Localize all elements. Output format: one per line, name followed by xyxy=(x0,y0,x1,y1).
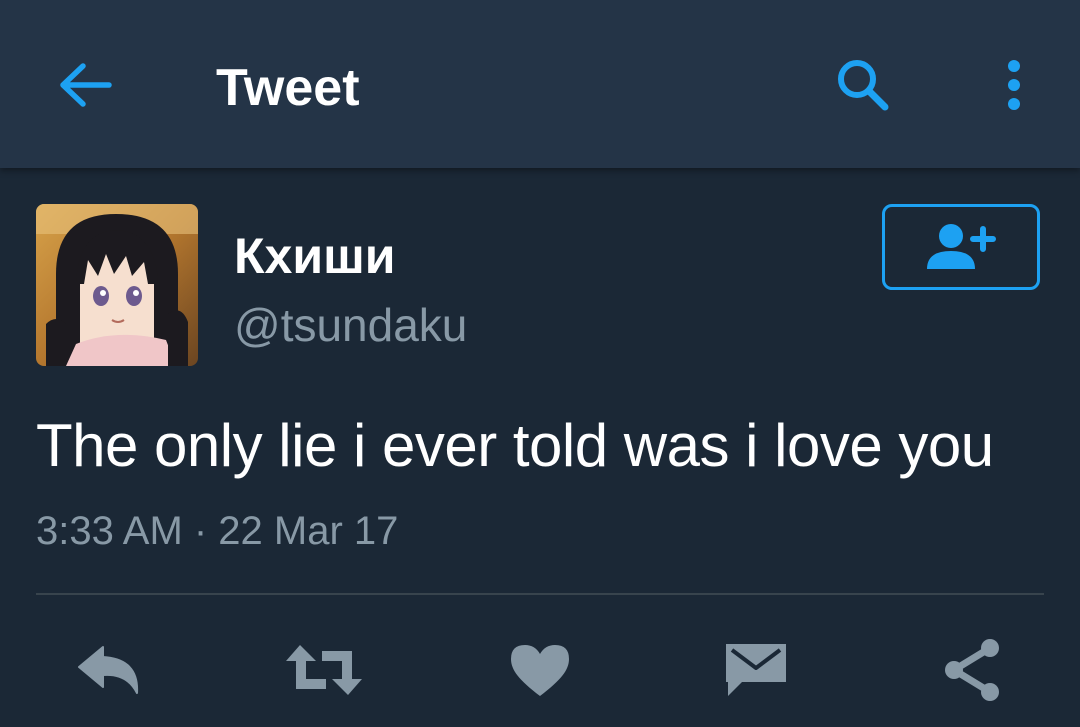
share-icon xyxy=(945,639,999,701)
top-app-bar: Tweet xyxy=(0,0,1080,168)
arrow-left-icon xyxy=(60,63,112,107)
reply-icon xyxy=(78,646,139,694)
follow-user-icon xyxy=(927,224,996,269)
more-vertical-icon xyxy=(1008,60,1020,110)
direct-message-button[interactable] xyxy=(716,630,796,710)
tweet-detail-screen: Tweet Кхиши @tsundaku The only lie i eve… xyxy=(0,0,1080,727)
more-options-button[interactable] xyxy=(990,52,1038,118)
avatar-image xyxy=(36,204,198,366)
author-handle[interactable]: @tsundaku xyxy=(234,296,467,354)
search-button[interactable] xyxy=(830,52,896,118)
reply-button[interactable] xyxy=(70,630,150,710)
tweet-timestamp: 3:33 AM · 22 Mar 17 xyxy=(36,509,399,553)
retweet-button[interactable] xyxy=(284,630,364,710)
page-title: Tweet xyxy=(216,59,360,117)
like-button[interactable] xyxy=(500,630,580,710)
tweet-text: The only lie i ever told was i love you xyxy=(36,412,994,479)
retweet-icon xyxy=(286,645,362,695)
follow-button[interactable] xyxy=(882,204,1040,290)
share-button[interactable] xyxy=(932,630,1012,710)
search-icon xyxy=(838,60,889,111)
direct-message-icon xyxy=(726,644,786,696)
avatar[interactable] xyxy=(36,204,198,366)
heart-icon xyxy=(511,645,569,696)
back-button[interactable] xyxy=(52,55,118,115)
divider xyxy=(36,593,1044,595)
author-display-name[interactable]: Кхиши xyxy=(234,226,395,286)
